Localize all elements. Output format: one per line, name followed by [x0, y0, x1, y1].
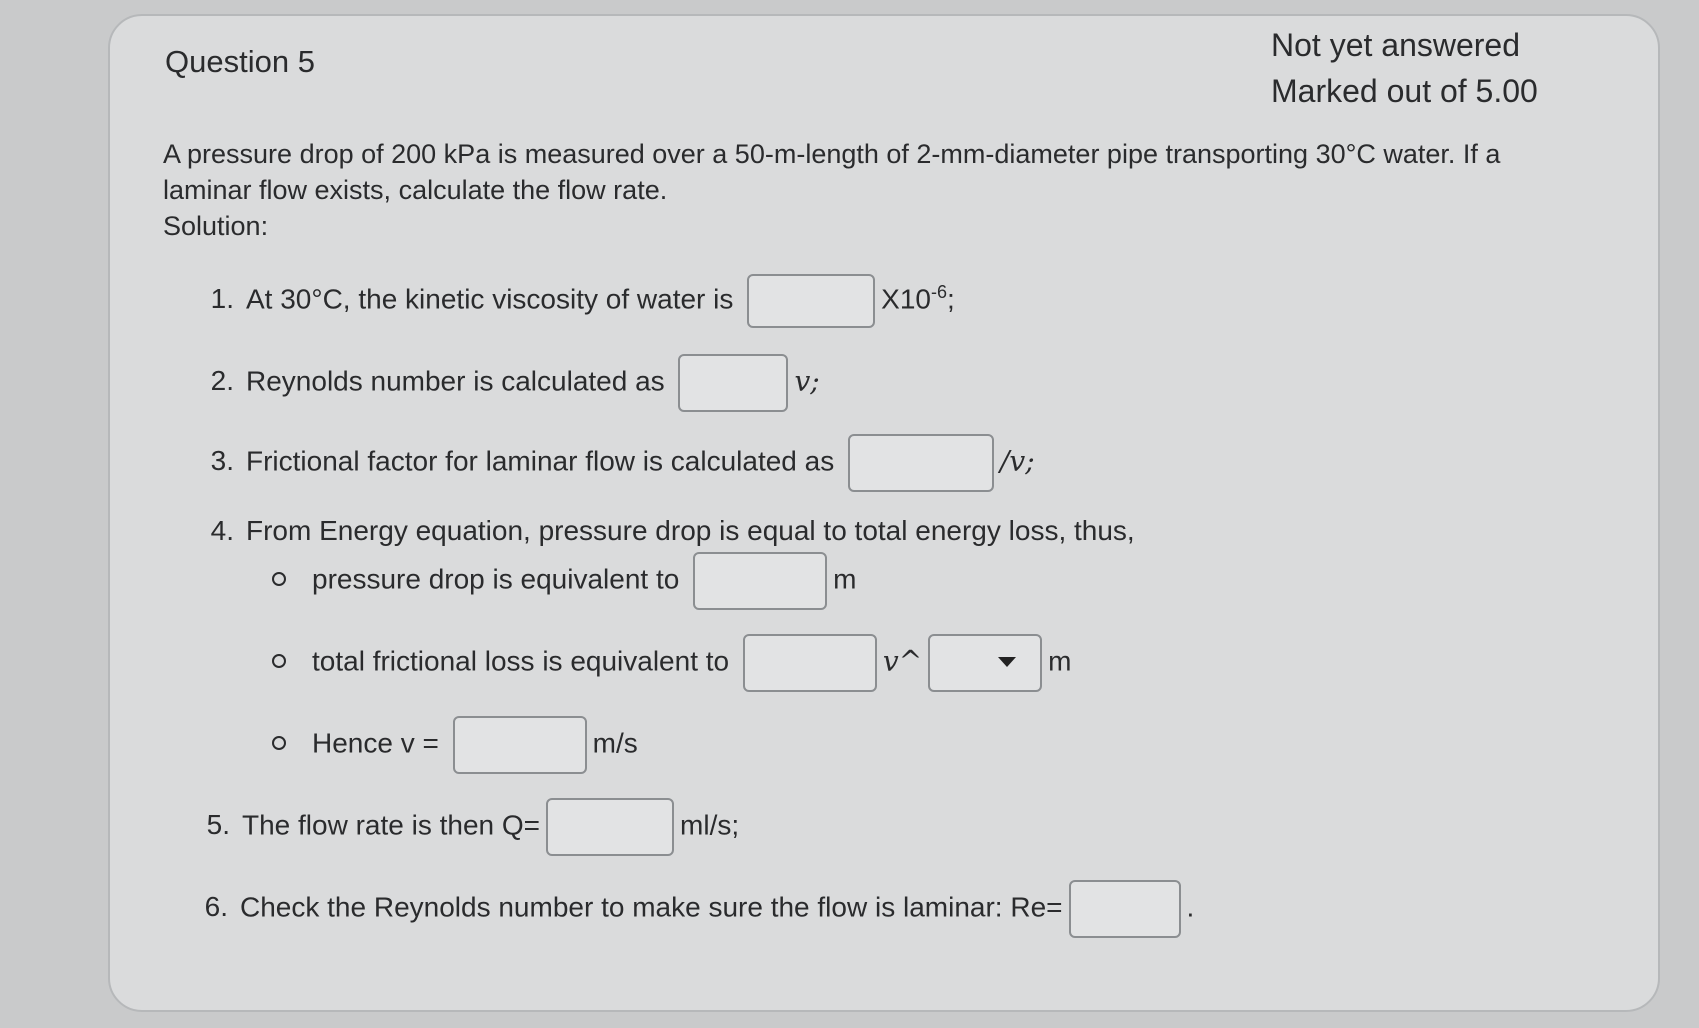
- velocity-input[interactable]: [452, 716, 587, 774]
- substep-velocity: Hence v = m/s: [272, 716, 638, 774]
- substep-suffix: m: [1048, 645, 1072, 677]
- bullet-icon: [272, 736, 286, 750]
- step-suffix: ml/s;: [680, 809, 740, 841]
- frictional-loss-input[interactable]: [742, 634, 877, 692]
- step-text: The flow rate is then Q=: [242, 809, 541, 841]
- substep-suffix: m: [833, 563, 857, 595]
- exponent: -6: [930, 282, 947, 303]
- substep-frictional-loss: total frictional loss is equivalent to v…: [272, 634, 1072, 692]
- pressure-drop-input[interactable]: [693, 552, 828, 610]
- substep-mid: v^: [882, 644, 923, 678]
- marks-info: Marked out of 5.00: [1271, 73, 1538, 109]
- step-3: 3. Frictional factor for laminar flow is …: [190, 434, 1035, 492]
- substep-text: Hence v =: [312, 727, 439, 759]
- step-2: 2. Reynolds number is calculated as v;: [190, 354, 820, 412]
- step-text: Reynolds number is calculated as: [246, 365, 665, 397]
- question-title: Question 5: [165, 44, 315, 79]
- bullet-icon: [272, 654, 286, 668]
- question-prompt: A pressure drop of 200 kPa is measured o…: [163, 136, 1563, 244]
- step-4: 4. From Energy equation, pressure drop is…: [190, 515, 1135, 547]
- step-number: 2.: [210, 365, 234, 397]
- step-number: 4.: [210, 515, 234, 546]
- step-suffix: v;: [794, 364, 820, 398]
- step-6: 6. Check the Reynolds number to make sure…: [184, 880, 1194, 938]
- step-suffix: X10: [881, 283, 931, 315]
- substep-text: pressure drop is equivalent to: [312, 563, 680, 595]
- step-5: 5. The flow rate is then Q= ml/s;: [186, 798, 739, 856]
- question-status: Not yet answered Marked out of 5.00: [1271, 22, 1538, 114]
- step-number: 1.: [210, 283, 234, 315]
- prompt-text: A pressure drop of 200 kPa is measured o…: [163, 139, 1501, 205]
- substep-suffix: m/s: [592, 727, 638, 759]
- answer-status: Not yet answered: [1271, 27, 1521, 63]
- caret-down-icon: [998, 657, 1017, 667]
- bullet-icon: [272, 572, 286, 586]
- step-suffix: /v;: [1000, 444, 1035, 478]
- step-1: 1. At 30°C, the kinetic viscosity of wate…: [190, 274, 955, 328]
- step-number: 3.: [210, 445, 234, 477]
- reynolds-check-input[interactable]: [1068, 880, 1181, 938]
- step-text: At 30°C, the kinetic viscosity of water …: [246, 283, 734, 315]
- step-suffix: .: [1186, 891, 1195, 923]
- flow-rate-input[interactable]: [546, 798, 675, 856]
- step-number: 6.: [204, 891, 228, 923]
- substep-pressure-drop: pressure drop is equivalent to m: [272, 552, 856, 610]
- exponent-select[interactable]: [928, 634, 1043, 692]
- step-text: Frictional factor for laminar flow is ca…: [246, 445, 835, 477]
- viscosity-input[interactable]: [747, 274, 876, 328]
- step-text: Check the Reynolds number to make sure t…: [240, 891, 1063, 923]
- step-number: 5.: [206, 809, 230, 841]
- friction-factor-input[interactable]: [848, 434, 994, 492]
- substep-text: total frictional loss is equivalent to: [312, 645, 730, 677]
- solution-label: Solution:: [163, 211, 269, 241]
- reynolds-input[interactable]: [678, 354, 789, 412]
- step-text: From Energy equation, pressure drop is e…: [246, 515, 1135, 546]
- step-end: ;: [947, 283, 955, 315]
